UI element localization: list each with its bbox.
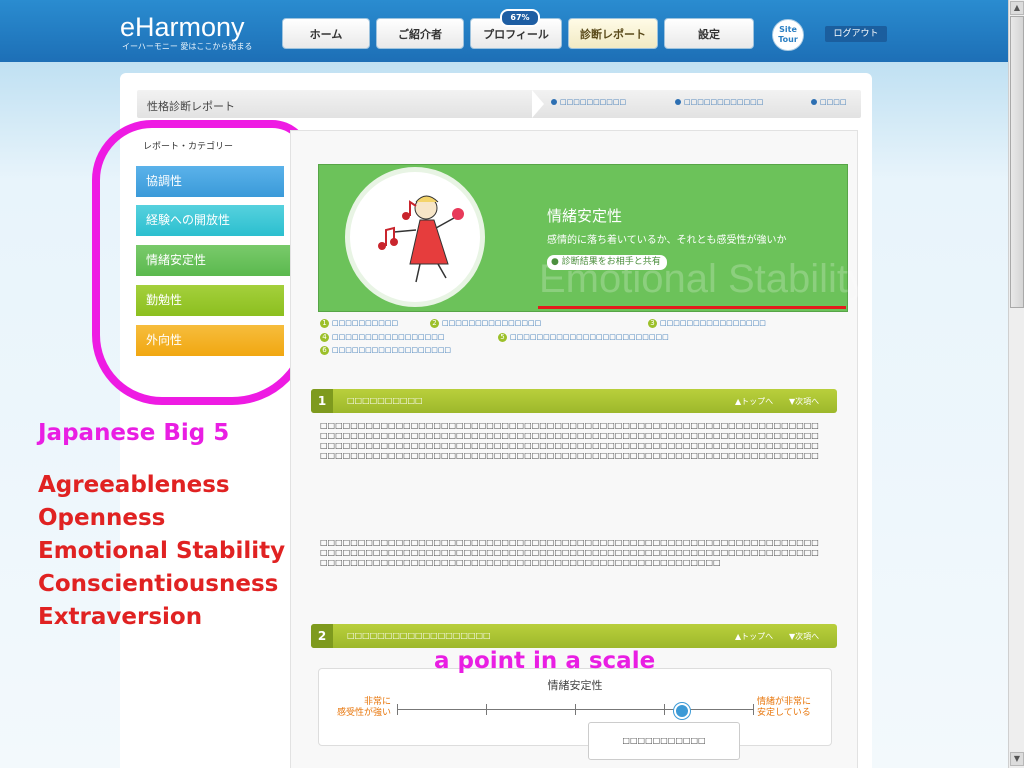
scale-title: 情緒安定性 — [547, 679, 603, 692]
section-header-1: 1 □□□□□□□□□□ ▲トップへ ▼次項へ — [311, 389, 837, 413]
nav-home-button[interactable]: ホーム — [282, 18, 370, 49]
scrollbar-thumb[interactable] — [1010, 16, 1024, 308]
highlight-circle-annotation — [92, 120, 312, 405]
scale-tick — [397, 704, 398, 715]
toc-num: 1 — [320, 319, 329, 328]
back-to-top-link[interactable]: ▲トップへ — [735, 631, 773, 642]
toc-num: 4 — [320, 333, 329, 342]
toc-link-4[interactable]: 4 □□□□□□□□□□□□□□□□□ — [320, 333, 444, 342]
trait-subtitle: 感情的に落ち着いているか、それとも感受性が強いか — [547, 235, 787, 246]
hero-illustration — [345, 167, 485, 307]
back-to-top-label: トップへ — [741, 632, 774, 641]
scale-tick — [575, 704, 576, 715]
next-section-label: 次項へ — [795, 632, 820, 641]
section-paragraph-2: □□□□□□□□□□□□□□□□□□□□□□□□□□□□□□□□□□□□□□□□… — [320, 538, 819, 567]
toc-link-6[interactable]: 6 □□□□□□□□□□□□□□□□□□ — [320, 346, 451, 355]
toc-num: 6 — [320, 346, 329, 355]
toc-link-2[interactable]: 2 □□□□□□□□□□□□□□□ — [430, 319, 541, 328]
toc-link-5[interactable]: 5 □□□□□□□□□□□□□□□□□□□□□□□□ — [498, 333, 669, 342]
ehmony-logo[interactable]: eHarmony イーハーモニー 愛はここから始まる — [120, 12, 252, 51]
next-section-link[interactable]: ▼次項へ — [789, 396, 819, 407]
share-results-button[interactable]: ● 診断結果をお相手と共有 — [547, 255, 667, 270]
nav-matches-button[interactable]: ご紹介者 — [376, 18, 464, 49]
toc-text: □□□□□□□□□□□□□□□□□ — [332, 333, 445, 341]
next-section-link[interactable]: ▼次項へ — [789, 631, 819, 642]
section-number: 1 — [311, 389, 333, 413]
section-title: □□□□□□□□□□ — [347, 396, 423, 405]
report-link-2[interactable]: □□□□□□□□□□□□ — [675, 98, 763, 106]
logo-text: eHarmony — [120, 12, 245, 42]
toc-text: □□□□□□□□□□□□□□□ — [442, 319, 542, 327]
red-underline-annotation — [538, 306, 846, 309]
share-label: 診断結果をお相手と共有 — [561, 257, 661, 267]
annotation-trait-4: Conscientiousness — [38, 571, 279, 597]
section-paragraph-1: □□□□□□□□□□□□□□□□□□□□□□□□□□□□□□□□□□□□□□□□… — [320, 421, 819, 460]
toc-text: □□□□□□□□□□□□□□□□ — [660, 319, 766, 327]
nav-report-button[interactable]: 診断レポート — [568, 18, 658, 49]
logo-tagline: イーハーモニー 愛はここから始まる — [122, 42, 253, 51]
site-tour-button[interactable]: Site Tour — [772, 19, 804, 51]
section-number: 2 — [311, 624, 333, 648]
scale-marker — [673, 703, 690, 719]
annotation-scale-note: a point in a scale — [434, 648, 656, 674]
scale-left-label: 非常に 感受性が強い — [336, 697, 391, 718]
dancing-girl-icon — [378, 195, 464, 283]
report-link-3[interactable]: □□□□ — [811, 98, 846, 106]
scale-tick — [664, 704, 665, 715]
toc-num: 5 — [498, 333, 507, 342]
toc-text: □□□□□□□□□□□□□□□□□□□□□□□□ — [510, 333, 669, 341]
toc-text: □□□□□□□□□□ — [332, 319, 399, 327]
arrow-circle-icon: ● — [551, 257, 559, 267]
scroll-down-icon[interactable]: ▼ — [1010, 752, 1024, 766]
section-title: □□□□□□□□□□□□□□□□□□□ — [347, 631, 491, 640]
trait-hero-banner: Emotional Stability 情緒安定性 感情的に落ち着いているか、そ… — [318, 164, 868, 312]
annotation-trait-1: Agreeableness — [38, 472, 230, 498]
report-header-bar: 性格診断レポート □□□□□□□□□□ □□□□□□□□□□□□ □□□□ — [137, 90, 861, 118]
site-header: eHarmony イーハーモニー 愛はここから始まる ホーム ご紹介者 プロフィ… — [0, 0, 1008, 62]
trait-title: 情緒安定性 — [547, 207, 623, 225]
scale-tick — [486, 704, 487, 715]
toc-num: 2 — [430, 319, 439, 328]
next-section-label: 次項へ — [795, 397, 820, 406]
logout-button[interactable]: ログアウト — [825, 26, 887, 42]
report-link-1[interactable]: □□□□□□□□□□ — [551, 98, 626, 106]
toc-link-3[interactable]: 3 □□□□□□□□□□□□□□□□ — [648, 319, 766, 328]
toc-text: □□□□□□□□□□□□□□□□□□ — [332, 346, 452, 354]
scale-tick — [753, 704, 754, 715]
back-to-top-label: トップへ — [741, 397, 774, 406]
scroll-up-icon[interactable]: ▲ — [1010, 1, 1024, 15]
back-to-top-link[interactable]: ▲トップへ — [735, 396, 773, 407]
report-title: 性格診断レポート — [147, 100, 235, 113]
scale-right-label: 情緒が非常に 安定している — [757, 697, 812, 718]
scale-tooltip: □□□□□□□□□□□ — [588, 722, 740, 760]
nav-settings-button[interactable]: 設定 — [664, 18, 754, 49]
annotation-trait-2: Openness — [38, 505, 166, 531]
annotation-heading: Japanese Big 5 — [38, 420, 230, 446]
annotation-trait-3: Emotional Stability — [38, 538, 286, 564]
section-header-2: 2 □□□□□□□□□□□□□□□□□□□ ▲トップへ ▼次項へ — [311, 624, 837, 648]
vertical-scrollbar[interactable]: ▲ ▼ — [1008, 0, 1024, 768]
browser-page: eHarmony イーハーモニー 愛はここから始まる ホーム ご紹介者 プロフィ… — [0, 0, 1008, 768]
toc-link-1[interactable]: 1 □□□□□□□□□□ — [320, 319, 398, 328]
chevron-right-icon — [532, 90, 544, 118]
toc-num: 3 — [648, 319, 657, 328]
profile-completion-badge: 67% — [500, 9, 540, 27]
trait-scale: 情緒安定性 非常に 感受性が強い 情緒が非常に 安定している — [318, 668, 832, 746]
annotation-trait-5: Extraversion — [38, 604, 203, 630]
